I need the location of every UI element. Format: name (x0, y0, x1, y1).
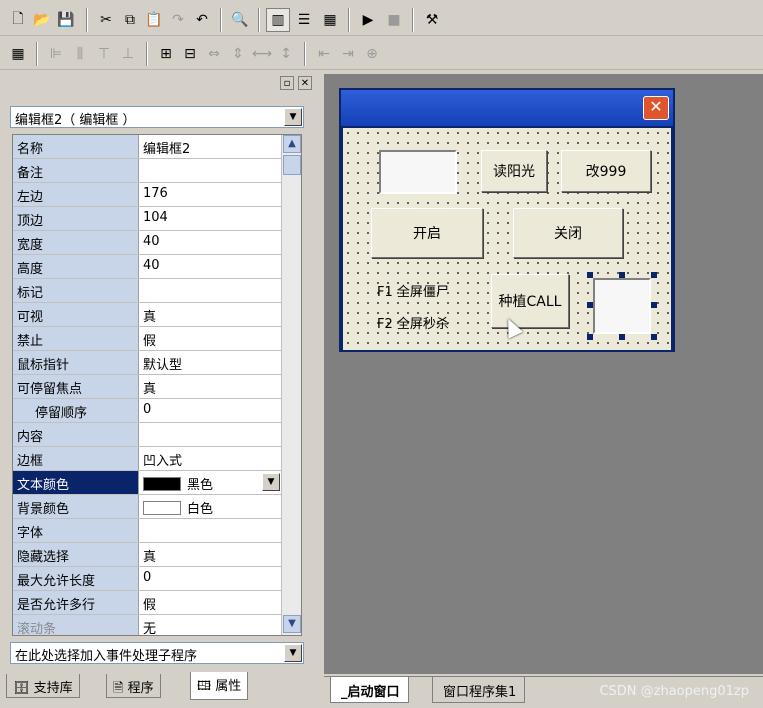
form-window[interactable]: ✕ 读阳光 改999 开启 关闭 F1 全屏僵尸 F2 全屏秒杀 种植CALL (339, 88, 675, 352)
property-row[interactable]: 可停留焦点真 (13, 375, 281, 399)
watermark: CSDN @zhaopeng01zp (599, 684, 749, 699)
layout-bottom-icon[interactable]: ☰ (292, 8, 316, 32)
property-row[interactable]: 宽度 40 (13, 231, 281, 255)
undo-icon[interactable]: ↶ (190, 8, 214, 32)
same-width-icon[interactable]: ⇔ (202, 42, 226, 66)
scroll-down-icon[interactable]: ▼ (283, 615, 301, 633)
property-row[interactable]: 高度 40 (13, 255, 281, 279)
chevron-down-icon[interactable]: ▼ (262, 473, 280, 491)
open-button[interactable]: 开启 (371, 208, 483, 258)
center-v-icon[interactable]: ⊟ (178, 42, 202, 66)
space-v-icon[interactable]: ↕ (274, 42, 298, 66)
paste-icon[interactable]: 📋 (142, 8, 166, 32)
read-sun-button[interactable]: 读阳光 (481, 150, 547, 192)
tab-window-assembly[interactable]: 窗口程序集1 (432, 677, 526, 703)
property-row[interactable]: 是否允许多行假 (13, 591, 281, 615)
standard-toolbar: 🗋 📂 💾 ✂ ⧉ 📋 ↷ ↶ 🔍 ▥ ☰ ▦ ▶ ■ ⚒ (0, 4, 763, 36)
run-icon[interactable]: ▶ (356, 8, 380, 32)
layout-split-icon[interactable]: ▦ (318, 8, 342, 32)
property-row[interactable]: 边框 凹入式 (13, 447, 281, 471)
resize-handle[interactable] (651, 272, 657, 278)
new-icon[interactable]: 🗋 (6, 8, 30, 32)
property-row[interactable]: 禁止假 (13, 327, 281, 351)
property-row[interactable]: 鼠标指针 默认型 (13, 351, 281, 375)
redo-icon[interactable]: ↷ (166, 8, 190, 32)
f1-label: F1 全屏僵尸 (377, 284, 449, 300)
chevron-down-icon[interactable]: ▼ (284, 644, 302, 662)
property-panel: ▫ ✕ 编辑框2（ 编辑框 ） ▼ 名称 编辑框2 备注 左边 176 顶边 104 … (0, 70, 318, 708)
scroll-thumb[interactable] (283, 155, 301, 175)
cut-icon[interactable]: ✂ (94, 8, 118, 32)
tab-startup-window[interactable]: _启动窗口 (330, 677, 409, 703)
resize-handle[interactable] (587, 334, 593, 340)
equal-v-icon[interactable]: ⇥ (336, 42, 360, 66)
resize-handle[interactable] (619, 272, 625, 278)
property-grid: 名称 编辑框2 备注 左边 176 顶边 104 宽度 40 高度 40 标记 可视真 禁… (12, 134, 302, 636)
f2-label: F2 全屏秒杀 (377, 316, 449, 332)
resize-handle[interactable] (619, 334, 625, 340)
space-h-icon[interactable]: ⟷ (250, 42, 274, 66)
layout-left-icon[interactable]: ▥ (266, 8, 290, 32)
property-row[interactable]: 左边 176 (13, 183, 281, 207)
property-row[interactable]: 内容 (13, 423, 281, 447)
edit-box-2[interactable] (593, 278, 651, 334)
property-row[interactable]: 名称 编辑框2 (13, 135, 281, 159)
tab-support-library[interactable]: 🗄 支持库 (6, 674, 80, 698)
compile-icon[interactable]: ⚒ (420, 8, 444, 32)
close-button[interactable]: 关闭 (513, 208, 623, 258)
close-icon[interactable]: ✕ (643, 96, 669, 120)
change-999-button[interactable]: 改999 (561, 150, 651, 192)
vertical-scrollbar[interactable]: ▲ ▼ (281, 135, 301, 635)
property-row[interactable]: 停留顺序 0 (13, 399, 281, 423)
resize-handle[interactable] (651, 302, 657, 308)
property-row[interactable]: 可视真 (13, 303, 281, 327)
align-center-v-icon[interactable]: ⫼ (68, 42, 92, 66)
close-icon[interactable]: ✕ (298, 76, 312, 90)
open-icon[interactable]: 📂 (30, 8, 54, 32)
property-row[interactable]: 背景颜色 白色 (13, 495, 281, 519)
align-top-icon[interactable]: ⊤ (92, 42, 116, 66)
form-client-area[interactable]: 读阳光 改999 开启 关闭 F1 全屏僵尸 F2 全屏秒杀 种植CALL (343, 128, 671, 350)
property-row[interactable]: 标记 (13, 279, 281, 303)
plant-call-button[interactable]: 种植CALL (491, 274, 569, 328)
find-icon[interactable]: 🔍 (228, 8, 252, 32)
pin-icon[interactable]: ▫ (280, 76, 294, 90)
resize-handle[interactable] (587, 272, 593, 278)
property-row[interactable]: 最大允许长度 0 (13, 567, 281, 591)
stop-icon[interactable]: ■ (382, 8, 406, 32)
color-swatch (143, 477, 181, 491)
align-left-icon[interactable]: ⊫ (44, 42, 68, 66)
save-icon[interactable]: 💾 (54, 8, 78, 32)
resize-handle[interactable] (651, 334, 657, 340)
property-row[interactable]: 滚动条无 (13, 615, 281, 635)
grid-icon[interactable]: ▦ (6, 42, 30, 66)
resize-handle[interactable] (587, 302, 593, 308)
form-titlebar[interactable]: ✕ (341, 90, 673, 126)
panel-header: ▫ ✕ (2, 74, 314, 90)
object-selector[interactable]: 编辑框2（ 编辑框 ） ▼ (10, 106, 304, 128)
color-swatch (143, 501, 181, 515)
design-canvas: ✕ 读阳光 改999 开启 关闭 F1 全屏僵尸 F2 全屏秒杀 种植CALL (324, 74, 763, 674)
equal-size-icon[interactable]: ⊕ (360, 42, 384, 66)
same-height-icon[interactable]: ⇕ (226, 42, 250, 66)
alignment-toolbar: ▦ ⊫ ⫼ ⊤ ⊥ ⊞ ⊟ ⇔ ⇕ ⟷ ↕ ⇤ ⇥ ⊕ (0, 38, 763, 70)
tab-properties[interactable]: 🖽 属性 (190, 672, 249, 700)
chevron-down-icon[interactable]: ▼ (284, 108, 302, 126)
property-row[interactable]: 隐藏选择真 (13, 543, 281, 567)
property-row[interactable]: 字体 (13, 519, 281, 543)
panel-tabs: 🗄 支持库 🗎 程序 🖽 属性 (6, 672, 306, 700)
event-selector[interactable]: 在此处选择加入事件处理子程序 ▼ (10, 642, 304, 664)
property-row[interactable]: 顶边 104 (13, 207, 281, 231)
property-row-selected[interactable]: 文本颜色 黑色 ▼ (13, 471, 281, 495)
scroll-up-icon[interactable]: ▲ (283, 135, 301, 153)
center-h-icon[interactable]: ⊞ (154, 42, 178, 66)
align-bottom-icon[interactable]: ⊥ (116, 42, 140, 66)
copy-icon[interactable]: ⧉ (118, 8, 142, 32)
design-tabs: _启动窗口 窗口程序集1 CSDN @zhaopeng01zp (324, 676, 763, 708)
property-row[interactable]: 备注 (13, 159, 281, 183)
equal-h-icon[interactable]: ⇤ (312, 42, 336, 66)
edit-box-1[interactable] (379, 150, 457, 194)
tab-program[interactable]: 🗎 程序 (106, 674, 161, 698)
